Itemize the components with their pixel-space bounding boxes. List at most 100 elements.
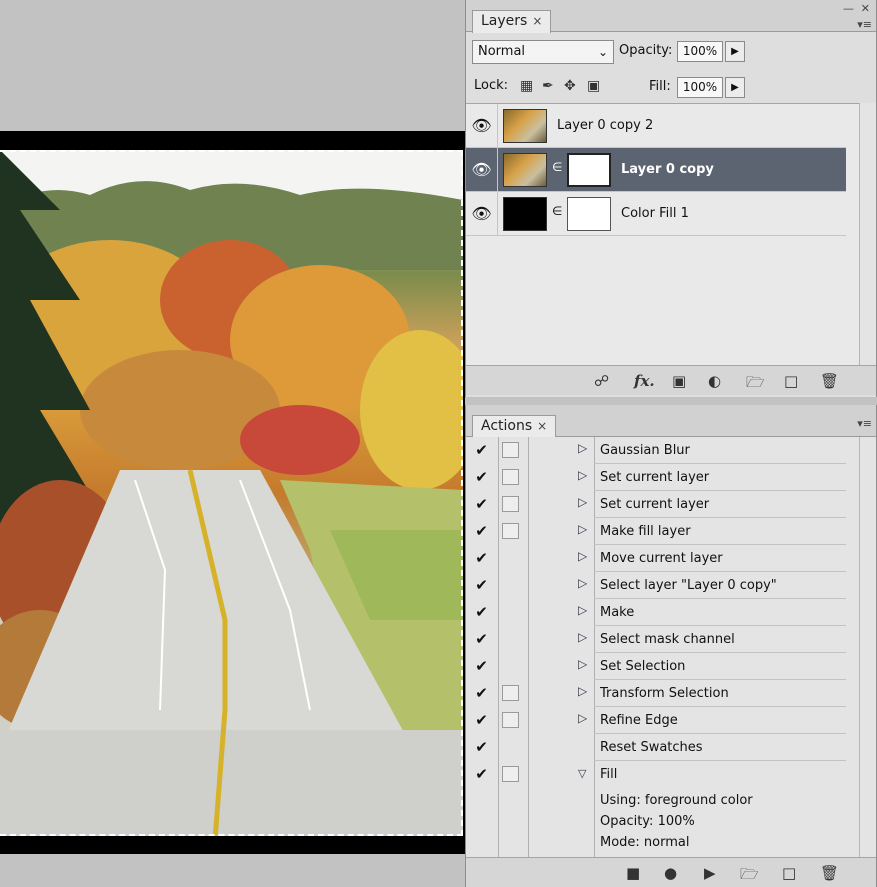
lock-all-icon[interactable]: ▣ — [587, 78, 600, 94]
play-icon[interactable]: ▶ — [704, 864, 716, 882]
opacity-slider-button[interactable]: ▶ — [725, 41, 745, 62]
eye-icon[interactable]: 👁 — [466, 148, 498, 192]
action-item[interactable]: ✔ ▷ Refine Edge — [466, 707, 846, 734]
autumn-road-photo[interactable] — [0, 150, 463, 836]
layers-scrollbar[interactable] — [859, 103, 876, 365]
expand-triangle-icon[interactable]: ▷ — [578, 711, 587, 725]
stop-icon[interactable]: ■ — [626, 864, 640, 882]
link-icon[interactable]: ☍ — [594, 372, 609, 390]
mask-link-icon[interactable]: ∈ — [552, 160, 562, 174]
dialog-toggle[interactable] — [502, 442, 519, 458]
layer-thumbnail — [503, 109, 547, 143]
fill-input[interactable]: 100% — [677, 77, 723, 98]
lock-transparent-icon[interactable]: ▦ — [520, 78, 533, 94]
checkmark-icon[interactable]: ✔ — [470, 494, 493, 515]
add-mask-icon[interactable]: ▣ — [672, 372, 686, 390]
adjustment-layer-icon[interactable]: ◐ — [708, 372, 721, 390]
actions-panel: Actions × ▾≡ ✔ ▷ Gaussian Blur ✔ ▷ Set cu… — [465, 405, 877, 887]
fill-label: Fill: — [649, 79, 671, 94]
dialog-toggle[interactable] — [502, 685, 519, 701]
layer-mask-thumbnail[interactable] — [567, 153, 611, 187]
close-icon[interactable]: × — [532, 14, 542, 28]
new-action-icon[interactable]: □ — [782, 864, 796, 882]
action-item[interactable]: ✔ ▷ Set current layer — [466, 464, 846, 491]
close-icon[interactable]: × — [537, 419, 547, 433]
expand-triangle-icon[interactable]: ▷ — [578, 495, 587, 509]
record-icon[interactable]: ● — [664, 864, 677, 882]
expand-triangle-icon[interactable]: ▷ — [578, 441, 587, 455]
checkmark-icon[interactable]: ✔ — [470, 521, 493, 542]
panel-menu-icon[interactable]: ▾≡ — [857, 19, 872, 30]
checkmark-icon[interactable]: ✔ — [470, 656, 493, 677]
action-label: Fill — [600, 767, 618, 782]
expand-triangle-icon[interactable]: ▷ — [578, 630, 587, 644]
layer-mask-thumbnail[interactable] — [567, 197, 611, 231]
checkmark-icon[interactable]: ✔ — [470, 710, 493, 731]
checkmark-icon[interactable]: ✔ — [470, 683, 493, 704]
fill-slider-button[interactable]: ▶ — [725, 77, 745, 98]
layer-row[interactable]: 👁 Layer 0 copy 2 — [466, 104, 846, 148]
tab-layers[interactable]: Layers × — [472, 10, 552, 33]
expand-triangle-icon[interactable]: ▷ — [578, 684, 587, 698]
dialog-toggle[interactable] — [502, 712, 519, 728]
tab-actions[interactable]: Actions × — [472, 415, 557, 438]
checkmark-icon[interactable]: ✔ — [470, 764, 493, 785]
lock-position-icon[interactable]: ✥ — [564, 78, 576, 94]
opacity-input[interactable]: 100% — [677, 41, 723, 62]
expand-triangle-icon[interactable]: ▷ — [578, 603, 587, 617]
document-canvas-area — [0, 0, 465, 887]
tab-layers-label: Layers — [481, 13, 528, 29]
action-item[interactable]: ✔ Reset Swatches — [466, 734, 846, 761]
checkmark-icon[interactable]: ✔ — [470, 440, 493, 461]
layer-name: Layer 0 copy 2 — [557, 118, 654, 133]
delete-icon[interactable]: 🗑 — [820, 864, 839, 882]
checkmark-icon[interactable]: ✔ — [470, 737, 493, 758]
action-item[interactable]: ✔ ▷ Make — [466, 599, 846, 626]
new-layer-icon[interactable]: □ — [784, 372, 798, 390]
checkmark-icon[interactable]: ✔ — [470, 467, 493, 488]
layers-footer: ☍ fx. ▣ ◐ 🗁 □ 🗑 — [466, 365, 876, 395]
action-item[interactable]: ✔ ▷ Select layer "Layer 0 copy" — [466, 572, 846, 599]
panel-menu-icon[interactable]: ▾≡ — [857, 418, 872, 429]
panel-close-icon[interactable]: ✕ — [861, 3, 870, 14]
dialog-toggle[interactable] — [502, 523, 519, 539]
layer-row[interactable]: 👁 ∈ Color Fill 1 — [466, 192, 846, 236]
expand-triangle-icon[interactable]: ▷ — [578, 549, 587, 563]
eye-icon[interactable]: 👁 — [466, 104, 498, 148]
checkmark-icon[interactable]: ✔ — [470, 602, 493, 623]
new-set-icon[interactable]: 🗁 — [740, 864, 759, 887]
blend-mode-select[interactable]: Normal ⌄ — [472, 40, 614, 64]
action-item[interactable]: ✔ ▷ Make fill layer — [466, 518, 846, 545]
action-label: Select layer "Layer 0 copy" — [600, 578, 777, 593]
action-item[interactable]: ✔ ▷ Set current layer — [466, 491, 846, 518]
action-item[interactable]: ✔ ▷ Move current layer — [466, 545, 846, 572]
layer-row-selected[interactable]: 👁 ∈ Layer 0 copy — [466, 148, 846, 192]
checkmark-icon[interactable]: ✔ — [470, 629, 493, 650]
action-item[interactable]: ✔ ▷ Set Selection — [466, 653, 846, 680]
expand-triangle-icon[interactable]: ▷ — [578, 468, 587, 482]
checkmark-icon[interactable]: ✔ — [470, 575, 493, 596]
dialog-toggle[interactable] — [502, 766, 519, 782]
expand-triangle-icon[interactable]: ▷ — [578, 522, 587, 536]
mask-link-icon[interactable]: ∈ — [552, 204, 562, 218]
dialog-toggle[interactable] — [502, 496, 519, 512]
checkmark-icon[interactable]: ✔ — [470, 548, 493, 569]
action-item[interactable]: ✔ ▷ Transform Selection — [466, 680, 846, 707]
eye-icon[interactable]: 👁 — [466, 192, 498, 236]
collapse-icon[interactable]: — — [843, 3, 854, 14]
lock-fill-row: Lock: ▦ ✒ ✥ ▣ Fill: 100% ▶ — [466, 68, 877, 102]
action-item-expanded[interactable]: ✔ ▽ Fill — [466, 761, 846, 788]
lock-image-icon[interactable]: ✒ — [542, 78, 554, 94]
action-item[interactable]: ✔ ▷ Gaussian Blur — [466, 437, 846, 464]
collapse-triangle-icon[interactable]: ▽ — [578, 767, 586, 780]
delete-icon[interactable]: 🗑 — [820, 372, 839, 390]
blend-mode-value: Normal — [478, 44, 526, 59]
dialog-toggle[interactable] — [502, 469, 519, 485]
new-group-icon[interactable]: 🗁 — [746, 372, 765, 397]
action-label: Reset Swatches — [600, 740, 703, 755]
expand-triangle-icon[interactable]: ▷ — [578, 576, 587, 590]
actions-scrollbar[interactable] — [859, 437, 876, 857]
expand-triangle-icon[interactable]: ▷ — [578, 657, 587, 671]
action-item[interactable]: ✔ ▷ Select mask channel — [466, 626, 846, 653]
fx-icon[interactable]: fx. — [634, 372, 655, 390]
